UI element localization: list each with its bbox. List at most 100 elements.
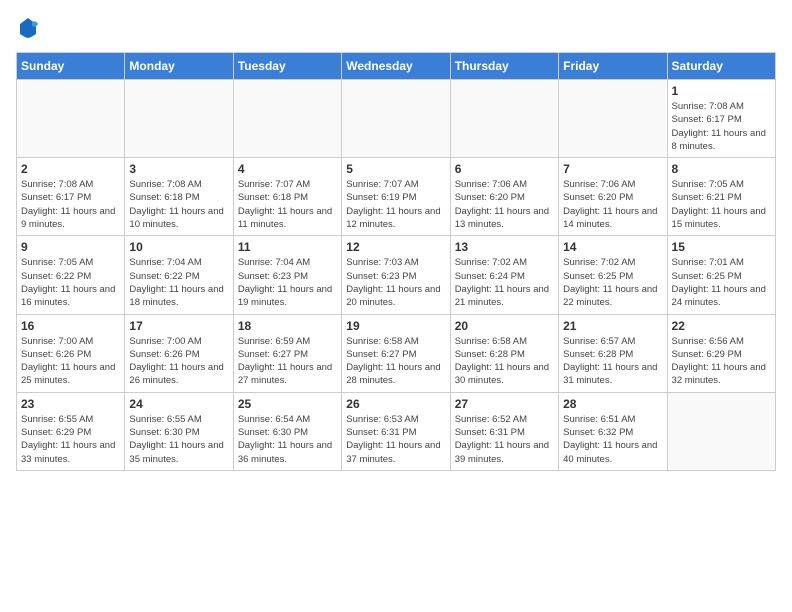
day-number: 7 [563,162,662,176]
day-info: Sunrise: 6:51 AM Sunset: 6:32 PM Dayligh… [563,413,662,466]
day-header-friday: Friday [559,53,667,80]
day-number: 23 [21,397,120,411]
calendar-cell: 4 Sunrise: 7:07 AM Sunset: 6:18 PM Daylig… [233,158,341,236]
day-info: Sunrise: 7:02 AM Sunset: 6:25 PM Dayligh… [563,256,662,309]
day-number: 27 [455,397,554,411]
calendar-cell [125,80,233,158]
day-info: Sunrise: 7:05 AM Sunset: 6:22 PM Dayligh… [21,256,120,309]
calendar-cell: 5 Sunrise: 7:07 AM Sunset: 6:19 PM Daylig… [342,158,450,236]
day-info: Sunrise: 6:57 AM Sunset: 6:28 PM Dayligh… [563,335,662,388]
day-info: Sunrise: 7:08 AM Sunset: 6:18 PM Dayligh… [129,178,228,231]
day-number: 14 [563,240,662,254]
calendar-cell: 19 Sunrise: 6:58 AM Sunset: 6:27 PM Dayli… [342,314,450,392]
calendar-cell: 20 Sunrise: 6:58 AM Sunset: 6:28 PM Dayli… [450,314,558,392]
calendar-cell [17,80,125,158]
calendar-cell: 1 Sunrise: 7:08 AM Sunset: 6:17 PM Daylig… [667,80,775,158]
day-info: Sunrise: 7:05 AM Sunset: 6:21 PM Dayligh… [672,178,771,231]
day-number: 25 [238,397,337,411]
day-header-saturday: Saturday [667,53,775,80]
day-number: 5 [346,162,445,176]
day-number: 16 [21,319,120,333]
day-number: 3 [129,162,228,176]
day-number: 10 [129,240,228,254]
day-info: Sunrise: 6:56 AM Sunset: 6:29 PM Dayligh… [672,335,771,388]
day-info: Sunrise: 6:59 AM Sunset: 6:27 PM Dayligh… [238,335,337,388]
calendar-cell: 14 Sunrise: 7:02 AM Sunset: 6:25 PM Dayli… [559,236,667,314]
day-number: 13 [455,240,554,254]
calendar-cell: 9 Sunrise: 7:05 AM Sunset: 6:22 PM Daylig… [17,236,125,314]
calendar-cell [342,80,450,158]
day-number: 8 [672,162,771,176]
day-info: Sunrise: 6:53 AM Sunset: 6:31 PM Dayligh… [346,413,445,466]
day-number: 11 [238,240,337,254]
day-info: Sunrise: 7:01 AM Sunset: 6:25 PM Dayligh… [672,256,771,309]
day-info: Sunrise: 7:06 AM Sunset: 6:20 PM Dayligh… [563,178,662,231]
calendar-cell: 3 Sunrise: 7:08 AM Sunset: 6:18 PM Daylig… [125,158,233,236]
day-info: Sunrise: 6:58 AM Sunset: 6:28 PM Dayligh… [455,335,554,388]
day-number: 26 [346,397,445,411]
day-info: Sunrise: 6:55 AM Sunset: 6:30 PM Dayligh… [129,413,228,466]
day-info: Sunrise: 7:04 AM Sunset: 6:22 PM Dayligh… [129,256,228,309]
day-header-thursday: Thursday [450,53,558,80]
day-number: 18 [238,319,337,333]
calendar-cell [667,392,775,470]
calendar-cell: 17 Sunrise: 7:00 AM Sunset: 6:26 PM Dayli… [125,314,233,392]
day-number: 28 [563,397,662,411]
day-info: Sunrise: 6:55 AM Sunset: 6:29 PM Dayligh… [21,413,120,466]
calendar-cell: 2 Sunrise: 7:08 AM Sunset: 6:17 PM Daylig… [17,158,125,236]
calendar-cell [233,80,341,158]
calendar: SundayMondayTuesdayWednesdayThursdayFrid… [16,52,776,471]
day-info: Sunrise: 7:07 AM Sunset: 6:18 PM Dayligh… [238,178,337,231]
calendar-cell [450,80,558,158]
day-number: 17 [129,319,228,333]
day-number: 12 [346,240,445,254]
day-header-sunday: Sunday [17,53,125,80]
day-info: Sunrise: 7:06 AM Sunset: 6:20 PM Dayligh… [455,178,554,231]
day-info: Sunrise: 7:03 AM Sunset: 6:23 PM Dayligh… [346,256,445,309]
day-info: Sunrise: 6:54 AM Sunset: 6:30 PM Dayligh… [238,413,337,466]
calendar-cell [559,80,667,158]
day-number: 24 [129,397,228,411]
day-number: 6 [455,162,554,176]
calendar-cell: 28 Sunrise: 6:51 AM Sunset: 6:32 PM Dayli… [559,392,667,470]
day-number: 9 [21,240,120,254]
day-info: Sunrise: 7:07 AM Sunset: 6:19 PM Dayligh… [346,178,445,231]
day-number: 4 [238,162,337,176]
day-header-monday: Monday [125,53,233,80]
calendar-cell: 6 Sunrise: 7:06 AM Sunset: 6:20 PM Daylig… [450,158,558,236]
calendar-cell: 24 Sunrise: 6:55 AM Sunset: 6:30 PM Dayli… [125,392,233,470]
calendar-cell: 7 Sunrise: 7:06 AM Sunset: 6:20 PM Daylig… [559,158,667,236]
day-number: 21 [563,319,662,333]
day-info: Sunrise: 7:08 AM Sunset: 6:17 PM Dayligh… [21,178,120,231]
calendar-cell: 12 Sunrise: 7:03 AM Sunset: 6:23 PM Dayli… [342,236,450,314]
calendar-cell: 11 Sunrise: 7:04 AM Sunset: 6:23 PM Dayli… [233,236,341,314]
calendar-cell: 15 Sunrise: 7:01 AM Sunset: 6:25 PM Dayli… [667,236,775,314]
calendar-cell: 18 Sunrise: 6:59 AM Sunset: 6:27 PM Dayli… [233,314,341,392]
day-header-wednesday: Wednesday [342,53,450,80]
day-info: Sunrise: 6:58 AM Sunset: 6:27 PM Dayligh… [346,335,445,388]
header [16,16,776,40]
calendar-cell: 21 Sunrise: 6:57 AM Sunset: 6:28 PM Dayli… [559,314,667,392]
calendar-cell: 27Sunrise: 6:52 AM Sunset: 6:31 PM Dayli… [450,392,558,470]
logo-icon [16,16,40,40]
day-info: Sunrise: 7:00 AM Sunset: 6:26 PM Dayligh… [129,335,228,388]
calendar-cell: 26 Sunrise: 6:53 AM Sunset: 6:31 PM Dayli… [342,392,450,470]
day-number: 19 [346,319,445,333]
day-number: 1 [672,84,771,98]
calendar-cell: 16 Sunrise: 7:00 AM Sunset: 6:26 PM Dayli… [17,314,125,392]
day-number: 22 [672,319,771,333]
day-info: Sunrise: 7:00 AM Sunset: 6:26 PM Dayligh… [21,335,120,388]
day-info: Sunrise: 7:08 AM Sunset: 6:17 PM Dayligh… [672,100,771,153]
calendar-cell: 13 Sunrise: 7:02 AM Sunset: 6:24 PM Dayli… [450,236,558,314]
calendar-cell: 25 Sunrise: 6:54 AM Sunset: 6:30 PM Dayli… [233,392,341,470]
day-info: Sunrise: 7:04 AM Sunset: 6:23 PM Dayligh… [238,256,337,309]
day-header-tuesday: Tuesday [233,53,341,80]
day-number: 20 [455,319,554,333]
day-info: Sunrise: 7:02 AM Sunset: 6:24 PM Dayligh… [455,256,554,309]
calendar-cell: 10 Sunrise: 7:04 AM Sunset: 6:22 PM Dayli… [125,236,233,314]
calendar-cell: 8 Sunrise: 7:05 AM Sunset: 6:21 PM Daylig… [667,158,775,236]
day-number: 2 [21,162,120,176]
calendar-cell: 22 Sunrise: 6:56 AM Sunset: 6:29 PM Dayli… [667,314,775,392]
logo [16,16,44,40]
day-number: 15 [672,240,771,254]
